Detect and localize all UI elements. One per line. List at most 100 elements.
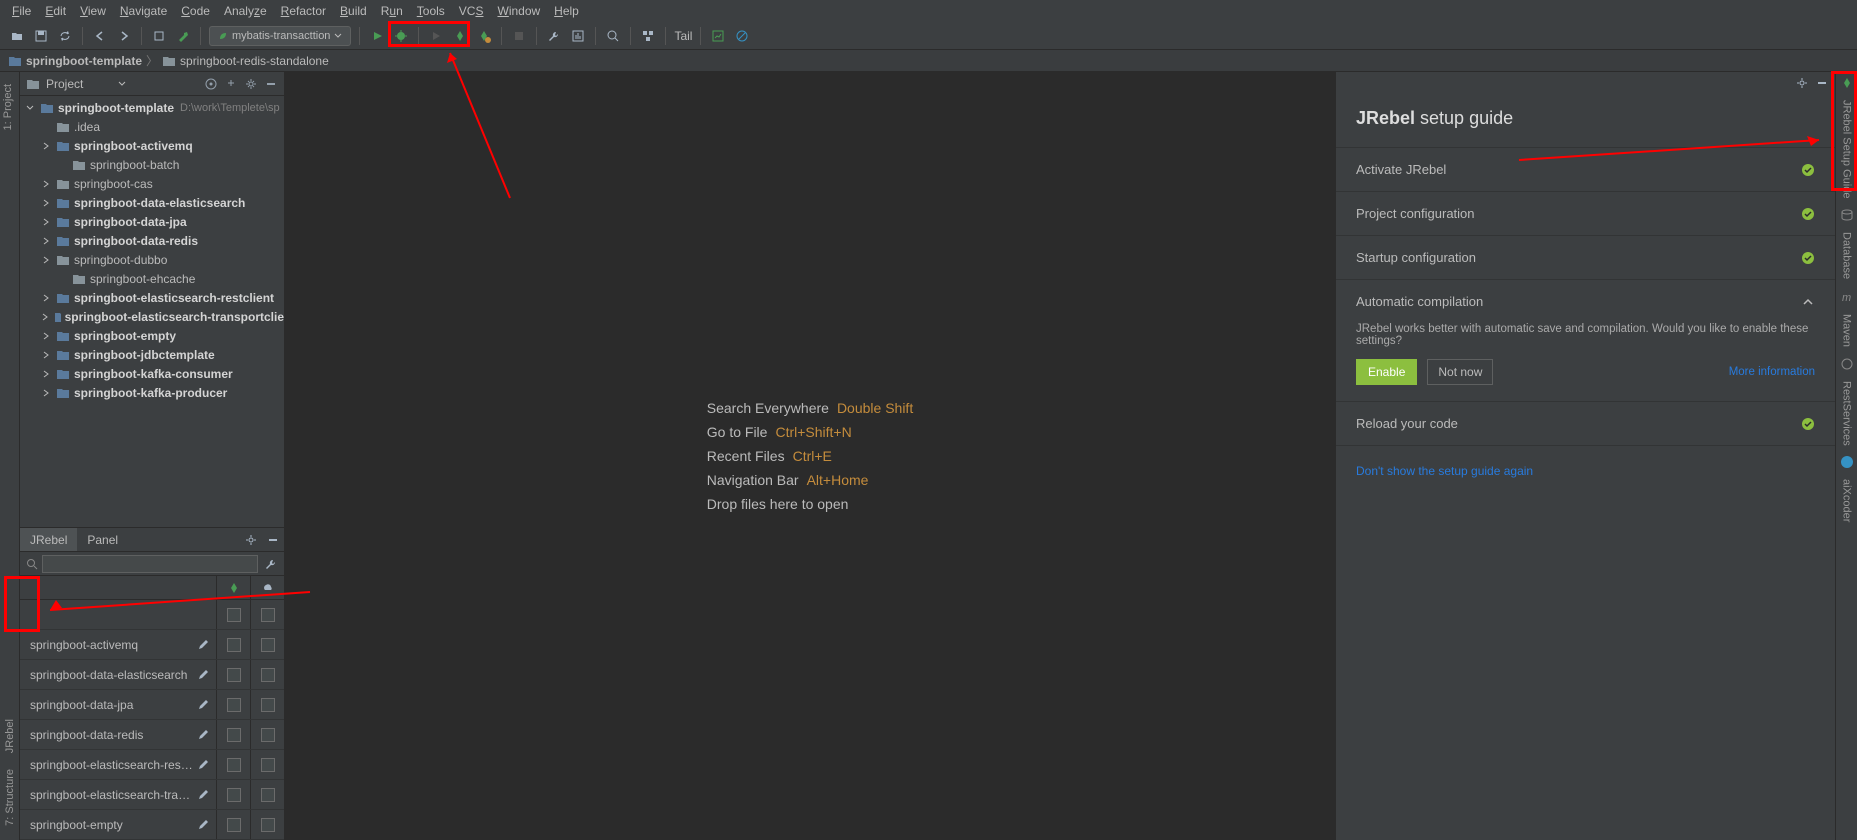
- forbidden-icon[interactable]: [733, 27, 751, 45]
- edit-icon[interactable]: [196, 728, 210, 742]
- tree-item[interactable]: springboot-activemq: [20, 136, 284, 155]
- hammer-icon[interactable]: [174, 27, 192, 45]
- menu-navigate[interactable]: Navigate: [116, 4, 171, 18]
- jrebel-row[interactable]: springboot-data-jpa: [20, 690, 284, 720]
- section-project-config[interactable]: Project configuration: [1336, 191, 1835, 235]
- menu-build[interactable]: Build: [336, 4, 371, 18]
- tool-database[interactable]: Database: [1841, 226, 1853, 285]
- checkbox[interactable]: [261, 728, 275, 742]
- jrebel-row[interactable]: springboot-elasticsearch-trans...: [20, 780, 284, 810]
- menu-tools[interactable]: Tools: [413, 4, 449, 18]
- tree-item[interactable]: springboot-kafka-consumer: [20, 364, 284, 383]
- checkbox[interactable]: [227, 608, 241, 622]
- edit-icon[interactable]: [196, 788, 210, 802]
- menu-edit[interactable]: Edit: [41, 4, 70, 18]
- hide-guide-link[interactable]: Don't show the setup guide again: [1336, 445, 1835, 496]
- stop-icon[interactable]: [510, 27, 528, 45]
- checkbox[interactable]: [227, 818, 241, 832]
- jrebel-row[interactable]: [20, 600, 284, 630]
- not-now-button[interactable]: Not now: [1427, 359, 1493, 385]
- menu-vcs[interactable]: VCS: [455, 4, 488, 18]
- jrebel-row[interactable]: springboot-activemq: [20, 630, 284, 660]
- structure-icon[interactable]: [639, 27, 657, 45]
- project-tree[interactable]: springboot-template D:\work\Templete\sp …: [20, 96, 284, 527]
- tool-jrebel-guide[interactable]: JRebel Setup Guide: [1841, 94, 1853, 204]
- save-icon[interactable]: [32, 27, 50, 45]
- checkbox[interactable]: [261, 668, 275, 682]
- editor-area[interactable]: Search EverywhereDouble Shift Go to File…: [285, 72, 1335, 840]
- checkbox[interactable]: [261, 788, 275, 802]
- edit-icon[interactable]: [196, 758, 210, 772]
- checkbox[interactable]: [261, 818, 275, 832]
- checkbox[interactable]: [261, 698, 275, 712]
- collapse-icon[interactable]: [224, 77, 238, 91]
- menu-window[interactable]: Window: [493, 4, 544, 18]
- checkbox[interactable]: [261, 638, 275, 652]
- edit-icon[interactable]: [196, 698, 210, 712]
- menu-run[interactable]: Run: [377, 4, 407, 18]
- jrebel-row[interactable]: springboot-data-elasticsearch: [20, 660, 284, 690]
- tree-item[interactable]: springboot-data-jpa: [20, 212, 284, 231]
- tail-label[interactable]: Tail: [674, 29, 692, 43]
- tool-structure[interactable]: 7: Structure: [4, 765, 16, 830]
- menu-analyze[interactable]: Analyze: [220, 4, 271, 18]
- debug-icon[interactable]: [392, 27, 410, 45]
- back-icon[interactable]: [91, 27, 109, 45]
- jrebel-run-icon[interactable]: [427, 27, 445, 45]
- gear-icon[interactable]: [1795, 76, 1809, 90]
- edit-icon[interactable]: [196, 668, 210, 682]
- tree-item[interactable]: springboot-empty: [20, 326, 284, 345]
- wrench-icon[interactable]: [264, 557, 278, 571]
- checkbox[interactable]: [227, 638, 241, 652]
- edit-icon[interactable]: [196, 638, 210, 652]
- jrebel-debug-rocket-icon[interactable]: [475, 27, 493, 45]
- menu-code[interactable]: Code: [177, 4, 214, 18]
- tool-maven[interactable]: Maven: [1841, 308, 1853, 353]
- tree-item[interactable]: .idea: [20, 117, 284, 136]
- checkbox[interactable]: [261, 608, 275, 622]
- locate-icon[interactable]: [204, 77, 218, 91]
- open-icon[interactable]: [8, 27, 26, 45]
- run-icon[interactable]: [368, 27, 386, 45]
- tab-panel[interactable]: Panel: [77, 528, 128, 551]
- tool-aixcoder[interactable]: aiXcoder: [1841, 473, 1853, 528]
- menu-file[interactable]: File: [8, 4, 35, 18]
- checkbox[interactable]: [227, 668, 241, 682]
- chevron-down-icon[interactable]: [118, 80, 126, 88]
- tree-item[interactable]: springboot-elasticsearch-restclient: [20, 288, 284, 307]
- run-config-selector[interactable]: mybatis-transacttion: [209, 26, 351, 46]
- jrebel-rocket-icon[interactable]: [1840, 76, 1854, 90]
- build-icon[interactable]: [150, 27, 168, 45]
- checkbox[interactable]: [227, 788, 241, 802]
- search-icon[interactable]: [604, 27, 622, 45]
- chart-icon[interactable]: [709, 27, 727, 45]
- tree-item[interactable]: springboot-data-elasticsearch: [20, 193, 284, 212]
- section-reload[interactable]: Reload your code: [1336, 401, 1835, 445]
- tree-item[interactable]: springboot-jdbctemplate: [20, 345, 284, 364]
- tree-item[interactable]: springboot-batch: [20, 155, 284, 174]
- gear-icon[interactable]: [244, 533, 258, 547]
- hide-icon[interactable]: [266, 533, 280, 547]
- jrebel-row[interactable]: springboot-empty: [20, 810, 284, 840]
- menu-view[interactable]: View: [76, 4, 110, 18]
- more-info-link[interactable]: More information: [1729, 366, 1815, 378]
- edit-icon[interactable]: [196, 818, 210, 832]
- jrebel-row[interactable]: springboot-data-redis: [20, 720, 284, 750]
- tree-item[interactable]: springboot-data-redis: [20, 231, 284, 250]
- breadcrumb-child[interactable]: springboot-redis-standalone: [180, 54, 329, 68]
- hide-icon[interactable]: [264, 77, 278, 91]
- jrebel-rocket-icon[interactable]: [451, 27, 469, 45]
- section-activate[interactable]: Activate JRebel: [1336, 147, 1835, 191]
- enable-button[interactable]: Enable: [1356, 359, 1417, 385]
- jrebel-search-input[interactable]: [42, 555, 258, 573]
- jrebel-row[interactable]: springboot-elasticsearch-restc...: [20, 750, 284, 780]
- coverage-icon[interactable]: [569, 27, 587, 45]
- sync-icon[interactable]: [56, 27, 74, 45]
- tab-jrebel[interactable]: JRebel: [20, 528, 77, 551]
- tree-root[interactable]: springboot-template D:\work\Templete\sp: [20, 98, 284, 117]
- checkbox[interactable]: [227, 728, 241, 742]
- gear-icon[interactable]: [244, 77, 258, 91]
- tree-item[interactable]: springboot-kafka-producer: [20, 383, 284, 402]
- hide-icon[interactable]: [1815, 76, 1829, 90]
- project-title[interactable]: Project: [46, 77, 112, 91]
